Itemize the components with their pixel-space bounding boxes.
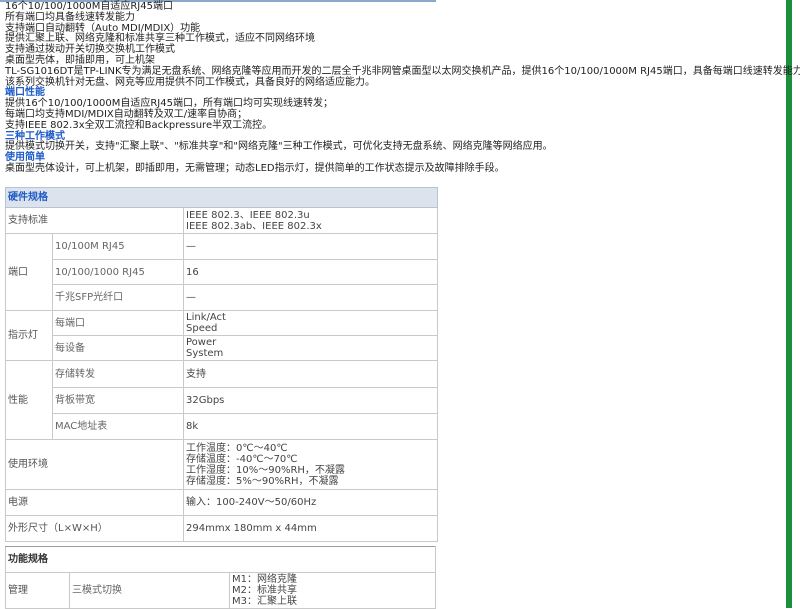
performance-row-value: 32Gbps bbox=[183, 387, 438, 414]
power-value: 输入：100-240V～50/60Hz bbox=[183, 489, 438, 516]
port-row-value: 16 bbox=[183, 259, 438, 285]
dimensions-value: 294mmx 180mm x 44mm bbox=[183, 515, 438, 542]
performance-row-value: 支持 bbox=[183, 360, 438, 388]
right-edge-bar bbox=[786, 0, 792, 608]
description-line: 提供模式切换开关，支持"汇聚上联"、"标准共享"和"网络克隆"三种工作模式，可优… bbox=[5, 141, 553, 153]
mode-switch-label: 三模式切换 bbox=[69, 572, 230, 609]
management-label: 管理 bbox=[5, 572, 70, 609]
description-line: 支持IEEE 802.3x全双工流控和Backpressure半双工流控。 bbox=[5, 119, 273, 131]
dimensions-label: 外形尺寸（L×W×H） bbox=[5, 515, 184, 542]
led-row-label: 每端口 bbox=[52, 310, 184, 336]
performance-row-value: 8k bbox=[183, 413, 438, 440]
description-line: 桌面型壳体设计，可上机架，即插即用，无需管理；动态LED指示灯，提供简单的工作状… bbox=[5, 162, 505, 174]
page: { "intro": [ {"text": "16个10/100/1000M自适… bbox=[0, 0, 800, 609]
hardware-spec-table: 硬件规格 支持标准 IEEE 802.3、IEEE 802.3u IEEE 802… bbox=[5, 187, 438, 542]
description-line: 该系列交换机针对无盘、网克等应用提供不同工作模式，具备良好的网络适应能力。 bbox=[5, 76, 375, 88]
description-line: TL-SG1016DT是TP-LINK专为满足无盘系统、网络克隆等应用而开发的二… bbox=[5, 65, 800, 77]
port-label: 端口 bbox=[5, 233, 53, 311]
led-label: 指示灯 bbox=[5, 310, 53, 361]
led-row-label: 每设备 bbox=[52, 335, 184, 361]
environment-label: 使用环境 bbox=[5, 439, 184, 490]
performance-row-label: 背板带宽 bbox=[52, 387, 184, 414]
port-row-label: 千兆SFP光纤口 bbox=[52, 284, 184, 311]
led-row-value: Link/Act Speed bbox=[183, 310, 438, 336]
standard-label: 支持标准 bbox=[5, 207, 184, 234]
description-line: 所有端口均具备线速转发能力 bbox=[5, 11, 135, 23]
power-label: 电源 bbox=[5, 489, 184, 516]
environment-value: 工作温度：0℃～40℃ 存储温度：-40℃～70℃ 工作湿度：10%～90%RH，不… bbox=[183, 439, 438, 490]
port-row-label: 10/100M RJ45 bbox=[52, 233, 184, 260]
performance-row-label: 存储转发 bbox=[52, 360, 184, 388]
standard-value: IEEE 802.3、IEEE 802.3u IEEE 802.3ab、IEEE … bbox=[183, 207, 438, 234]
function-spec-title: 功能规格 bbox=[5, 546, 436, 573]
port-row-value: — bbox=[183, 284, 438, 311]
performance-label: 性能 bbox=[5, 360, 53, 440]
port-row-label: 10/100/1000 RJ45 bbox=[52, 259, 184, 285]
hardware-spec-title: 硬件规格 bbox=[5, 187, 438, 208]
performance-row-label: MAC地址表 bbox=[52, 413, 184, 440]
led-row-value: Power System bbox=[183, 335, 438, 361]
product-description: 16个10/100/1000M自适应RJ45端口 所有端口均具备线速转发能力 支持端… bbox=[5, 1, 800, 175]
function-spec-table: 功能规格 管理 三模式切换 M1：网络克隆 M2：标准共享 M3：汇聚上联 bbox=[5, 546, 436, 609]
mode-switch-value: M1：网络克隆 M2：标准共享 M3：汇聚上联 bbox=[229, 572, 436, 609]
port-row-value: — bbox=[183, 233, 438, 260]
